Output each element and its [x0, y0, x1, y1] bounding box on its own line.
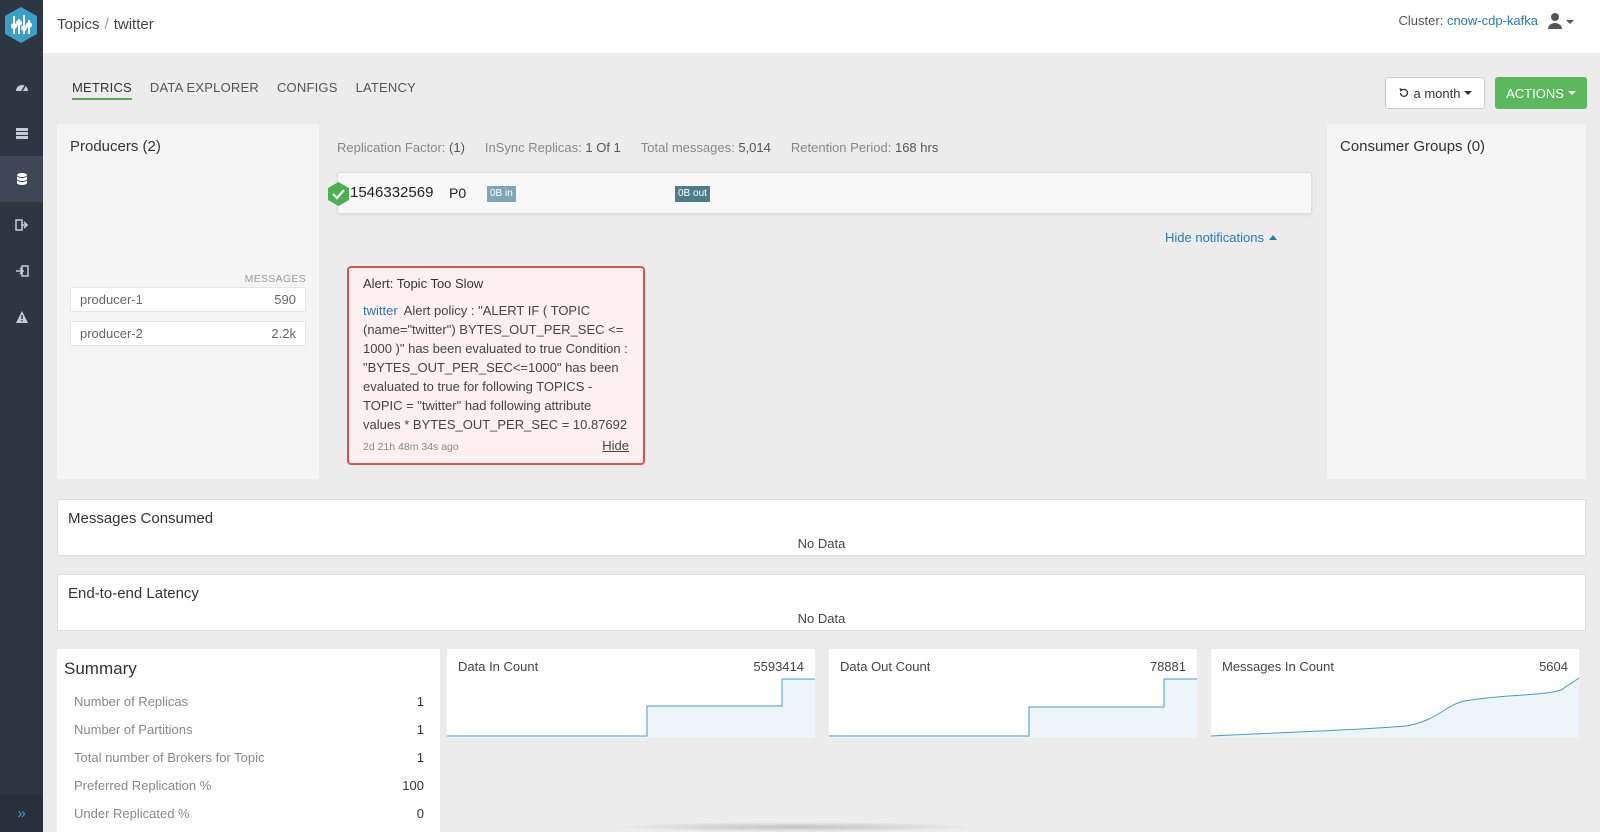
- breadcrumb-topics-link[interactable]: Topics: [57, 16, 100, 33]
- alert-topic-link[interactable]: twitter: [363, 303, 398, 318]
- bytes-in-badge: 0B in: [487, 186, 516, 202]
- alerts-icon[interactable]: [0, 294, 43, 340]
- summary-title: Summary: [64, 659, 137, 678]
- topic-details-panel: Replication Factor: (1) InSync Replicas:…: [319, 124, 1327, 479]
- broker-id[interactable]: 1546332569: [350, 184, 433, 201]
- cluster-label: Cluster:: [1398, 13, 1444, 28]
- app-logo-icon[interactable]: [3, 6, 39, 44]
- producer-row[interactable]: producer-2 2.2k: [70, 321, 306, 346]
- partition-id: P0: [449, 185, 467, 201]
- actions-button[interactable]: ACTIONS: [1495, 77, 1587, 109]
- summary-row: Total number of Brokers for Topic 1: [74, 750, 424, 765]
- no-data-text: No Data: [797, 536, 846, 551]
- latency-panel: End-to-end Latency No Data: [57, 574, 1586, 631]
- tab-configs[interactable]: CONFIGS: [277, 80, 338, 100]
- top-header: Topics / twitter Cluster: cnow-cdp-kafka: [43, 0, 1600, 53]
- actions-label: ACTIONS: [1506, 85, 1564, 101]
- metric-value: 78881: [1149, 659, 1186, 674]
- scroll-shadow: [610, 822, 980, 832]
- data-out-sparkline: [829, 678, 1197, 738]
- replication-factor: Replication Factor: (1): [337, 140, 465, 155]
- messages-in-sparkline: [1211, 677, 1579, 738]
- summary-panel: Summary Number of Replicas 1 Number of Pa…: [57, 649, 440, 832]
- brokers-icon[interactable]: [0, 110, 43, 156]
- hide-notifications-link[interactable]: Hide notifications: [1165, 230, 1277, 245]
- tab-latency[interactable]: LATENCY: [356, 80, 416, 100]
- user-icon: [1548, 13, 1574, 29]
- refresh-icon: [1399, 88, 1408, 97]
- producers-panel: Producers (2) MESSAGES producer-1 590 pr…: [57, 124, 319, 479]
- dashboard-icon[interactable]: [0, 64, 43, 110]
- sidebar: »: [0, 0, 43, 832]
- messages-consumed-panel: Messages Consumed No Data: [57, 499, 1586, 556]
- cluster-info: Cluster: cnow-cdp-kafka: [1399, 13, 1538, 28]
- metric-label: Data In Count: [458, 659, 539, 674]
- metric-label: Messages In Count: [1222, 659, 1335, 674]
- insync-replicas: InSync Replicas: 1 Of 1: [484, 140, 621, 155]
- metric-value: 5604: [1539, 659, 1568, 674]
- alert-message: Alert policy : "ALERT IF ( TOPIC (name="…: [363, 303, 628, 432]
- summary-row: Under Replicated % 0: [74, 806, 424, 821]
- time-period-label: a month: [1413, 85, 1461, 101]
- consumers-icon[interactable]: [0, 248, 43, 294]
- summary-row: Number of Replicas 1: [74, 694, 424, 709]
- chevron-down-icon: [1464, 91, 1473, 95]
- producers-title: Producers (2): [70, 138, 161, 155]
- data-out-count-card: Data Out Count 78881: [829, 649, 1197, 738]
- caret-up-icon: [1269, 235, 1277, 240]
- breadcrumb-current: twitter: [113, 16, 154, 33]
- check-badge-icon: [327, 182, 350, 206]
- data-in-count-card: Data In Count 5593414: [447, 649, 815, 738]
- double-chevron-right-icon[interactable]: »: [0, 794, 43, 832]
- consumer-groups-panel: Consumer Groups (0): [1327, 124, 1586, 479]
- metric-value: 5593414: [753, 659, 804, 674]
- producer-name: producer-1: [80, 292, 143, 307]
- retention-period: Retention Period: 168 hrs: [790, 140, 939, 155]
- messages-in-count-card: Messages In Count 5604: [1211, 649, 1579, 738]
- topic-tabs: METRICS DATA EXPLORER CONFIGS LATENCY: [72, 80, 416, 100]
- data-in-sparkline: [447, 678, 815, 738]
- producer-count: 590: [274, 292, 296, 307]
- tab-data-explorer[interactable]: DATA EXPLORER: [150, 80, 259, 100]
- alert-card: Alert: Topic Too Slow twitter Alert polic…: [347, 266, 645, 465]
- producer-name: producer-2: [80, 326, 143, 341]
- topic-stats: Replication Factor: (1) InSync Replicas:…: [337, 140, 938, 155]
- topics-icon[interactable]: [0, 156, 43, 202]
- cluster-link[interactable]: cnow-cdp-kafka: [1447, 13, 1538, 28]
- producer-row[interactable]: producer-1 590: [70, 287, 306, 312]
- breadcrumb: Topics / twitter: [57, 16, 154, 33]
- no-data-text: No Data: [797, 611, 846, 626]
- messages-column-header: MESSAGES: [244, 273, 306, 285]
- summary-row: Preferred Replication % 100: [74, 778, 424, 793]
- latency-title: End-to-end Latency: [68, 585, 199, 602]
- partition-row[interactable]: 1546332569 P0 0B in 0B out: [328, 172, 1312, 214]
- alert-timestamp: 2d 21h 48m 34s ago: [363, 441, 459, 453]
- tab-metrics[interactable]: METRICS: [72, 80, 132, 100]
- consumer-groups-title: Consumer Groups (0): [1340, 138, 1486, 155]
- chevron-down-icon: [1567, 91, 1576, 95]
- user-menu-button[interactable]: [1547, 12, 1577, 30]
- metric-label: Data Out Count: [840, 659, 931, 674]
- alert-body: twitter Alert policy : "ALERT IF ( TOPIC …: [363, 301, 629, 434]
- messages-consumed-title: Messages Consumed: [68, 510, 214, 527]
- alert-title: Alert: Topic Too Slow: [363, 276, 484, 291]
- time-period-dropdown[interactable]: a month: [1385, 77, 1485, 109]
- total-messages: Total messages: 5,014: [640, 140, 771, 155]
- bytes-out-badge: 0B out: [675, 186, 710, 202]
- summary-row: Number of Partitions 1: [74, 722, 424, 737]
- producer-count: 2.2k: [271, 326, 296, 341]
- alert-hide-link[interactable]: Hide: [602, 438, 629, 453]
- producers-icon[interactable]: [0, 202, 43, 248]
